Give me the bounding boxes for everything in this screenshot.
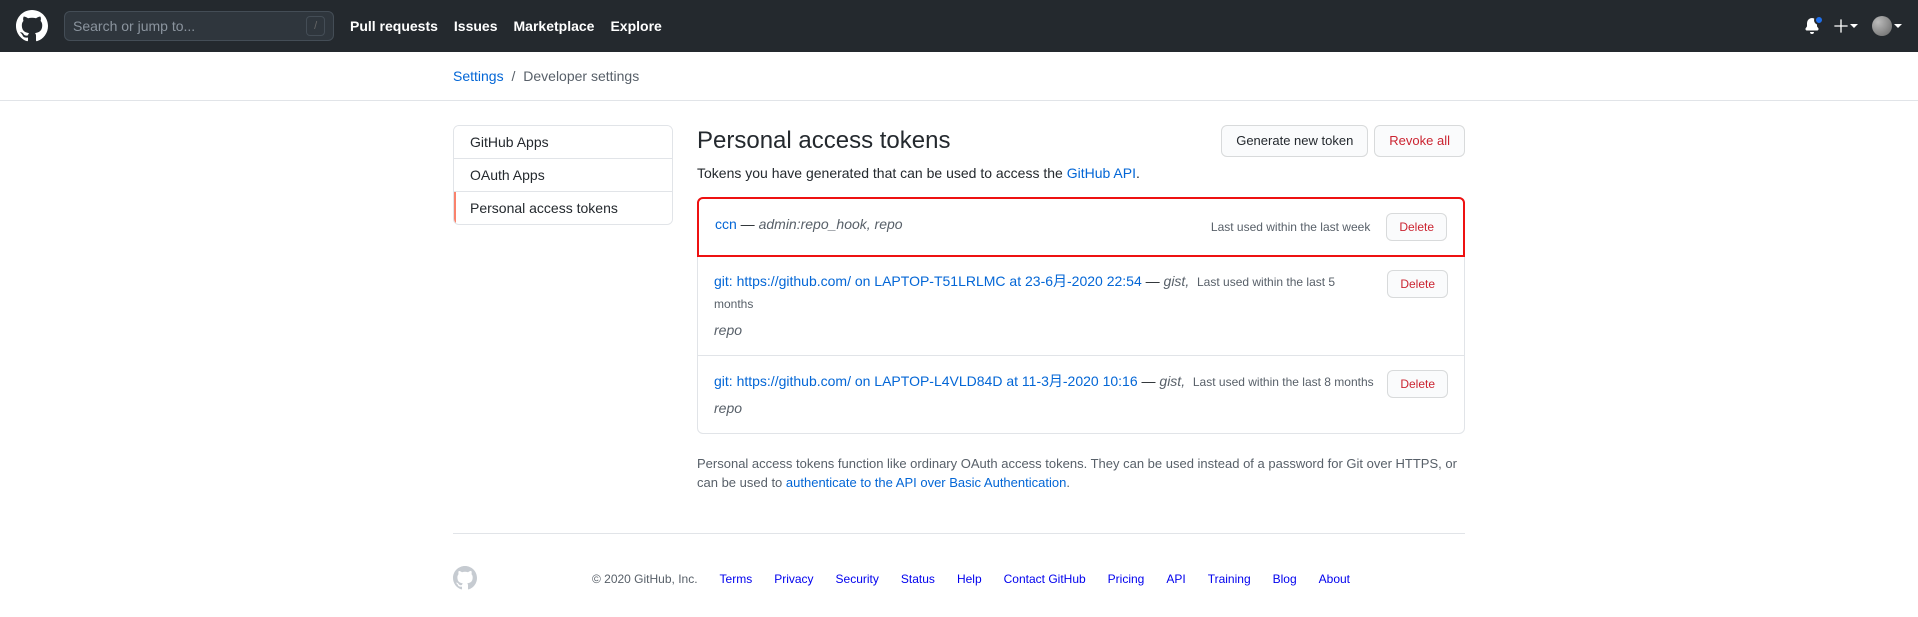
breadcrumb-current: Developer settings (523, 68, 639, 84)
token-list: ccn — admin:repo_hook, repo Last used wi… (697, 197, 1465, 434)
token-info: ccn — admin:repo_hook, repo (715, 213, 1199, 235)
footer-api[interactable]: API (1166, 572, 1185, 586)
delete-token-button[interactable]: Delete (1387, 270, 1448, 298)
main-content: Personal access tokens Generate new toke… (697, 125, 1465, 493)
token-name-link[interactable]: git: https://github.com/ on LAPTOP-L4VLD… (714, 373, 1138, 389)
token-scopes-continued: repo (714, 319, 1375, 341)
subtitle-text: Tokens you have generated that can be us… (697, 165, 1067, 181)
token-actions: Delete (1387, 270, 1448, 298)
footer-left (453, 566, 477, 593)
breadcrumb-settings[interactable]: Settings (453, 68, 504, 84)
sidenav-oauth-apps[interactable]: OAuth Apps (454, 159, 672, 192)
caret-down-icon (1894, 24, 1902, 28)
token-dash: — (1142, 273, 1164, 289)
footer-logo[interactable] (453, 566, 477, 593)
token-dash: — (1138, 373, 1160, 389)
token-actions: Delete (1387, 370, 1448, 398)
token-row: ccn — admin:repo_hook, repo Last used wi… (697, 197, 1465, 257)
nav-marketplace[interactable]: Marketplace (514, 18, 595, 34)
footer-pricing[interactable]: Pricing (1108, 572, 1145, 586)
delete-token-button[interactable]: Delete (1386, 213, 1447, 241)
token-scopes: gist, (1159, 373, 1185, 389)
token-actions: Delete (1386, 213, 1447, 241)
nav-pull-requests[interactable]: Pull requests (350, 18, 438, 34)
footer-contact[interactable]: Contact GitHub (1004, 572, 1086, 586)
main-container: GitHub Apps OAuth Apps Personal access t… (453, 125, 1465, 493)
revoke-all-button[interactable]: Revoke all (1374, 125, 1465, 157)
token-info: git: https://github.com/ on LAPTOP-T51LR… (714, 270, 1375, 341)
header-right (1804, 16, 1902, 36)
search-input[interactable] (73, 18, 306, 34)
note-text-end: . (1066, 475, 1070, 490)
footer-help[interactable]: Help (957, 572, 982, 586)
github-logo[interactable] (16, 10, 48, 42)
notifications-button[interactable] (1804, 18, 1820, 34)
footer-security[interactable]: Security (836, 572, 879, 586)
token-info: git: https://github.com/ on LAPTOP-L4VLD… (714, 370, 1375, 419)
token-scopes-continued: repo (714, 397, 1375, 419)
page-header: Personal access tokens Generate new toke… (697, 125, 1465, 157)
footer-status[interactable]: Status (901, 572, 935, 586)
nav-issues[interactable]: Issues (454, 18, 498, 34)
slash-key-hint: / (306, 16, 325, 36)
footer-about[interactable]: About (1319, 572, 1350, 586)
nav-explore[interactable]: Explore (610, 18, 661, 34)
footer-copyright: © 2020 GitHub, Inc. (592, 572, 698, 586)
token-name-link[interactable]: ccn (715, 216, 737, 232)
breadcrumb-bar: Settings / Developer settings (0, 52, 1918, 101)
token-row: git: https://github.com/ on LAPTOP-L4VLD… (698, 356, 1464, 433)
footer: © 2020 GitHub, Inc. Terms Privacy Securi… (453, 533, 1465, 593)
side-nav: GitHub Apps OAuth Apps Personal access t… (453, 125, 673, 225)
search-box[interactable]: / (64, 11, 334, 41)
breadcrumb-separator: / (511, 68, 515, 84)
page-title: Personal access tokens (697, 127, 1221, 155)
tokens-note: Personal access tokens function like ord… (697, 454, 1465, 493)
sidenav-github-apps[interactable]: GitHub Apps (454, 126, 672, 159)
avatar (1872, 16, 1892, 36)
github-api-link[interactable]: GitHub API (1067, 165, 1136, 181)
footer-training[interactable]: Training (1208, 572, 1251, 586)
token-last-used: Last used within the last 8 months (1193, 375, 1374, 389)
plus-icon (1834, 19, 1848, 33)
primary-nav: Pull requests Issues Marketplace Explore (350, 18, 662, 34)
breadcrumb: Settings / Developer settings (453, 52, 1465, 100)
github-mark-icon (453, 566, 477, 590)
footer-links: © 2020 GitHub, Inc. Terms Privacy Securi… (477, 572, 1465, 586)
token-row: git: https://github.com/ on LAPTOP-T51LR… (698, 256, 1464, 356)
token-last-used: Last used within the last week (1211, 220, 1370, 234)
token-name-link[interactable]: git: https://github.com/ on LAPTOP-T51LR… (714, 273, 1142, 289)
page-subtitle: Tokens you have generated that can be us… (697, 165, 1465, 181)
basic-auth-link[interactable]: authenticate to the API over Basic Authe… (786, 475, 1066, 490)
footer-terms[interactable]: Terms (720, 572, 753, 586)
token-scopes: gist, (1164, 273, 1190, 289)
subtitle-text-end: . (1136, 165, 1140, 181)
caret-down-icon (1850, 24, 1858, 28)
token-scopes: admin:repo_hook, repo (759, 216, 903, 232)
user-menu[interactable] (1872, 16, 1902, 36)
create-new-dropdown[interactable] (1834, 19, 1858, 33)
delete-token-button[interactable]: Delete (1387, 370, 1448, 398)
global-header: / Pull requests Issues Marketplace Explo… (0, 0, 1918, 52)
generate-new-token-button[interactable]: Generate new token (1221, 125, 1368, 157)
notification-indicator (1814, 15, 1824, 25)
footer-blog[interactable]: Blog (1273, 572, 1297, 586)
github-mark-icon (16, 10, 48, 42)
footer-privacy[interactable]: Privacy (774, 572, 813, 586)
token-dash: — (737, 216, 759, 232)
sidenav-personal-access-tokens[interactable]: Personal access tokens (454, 192, 672, 224)
